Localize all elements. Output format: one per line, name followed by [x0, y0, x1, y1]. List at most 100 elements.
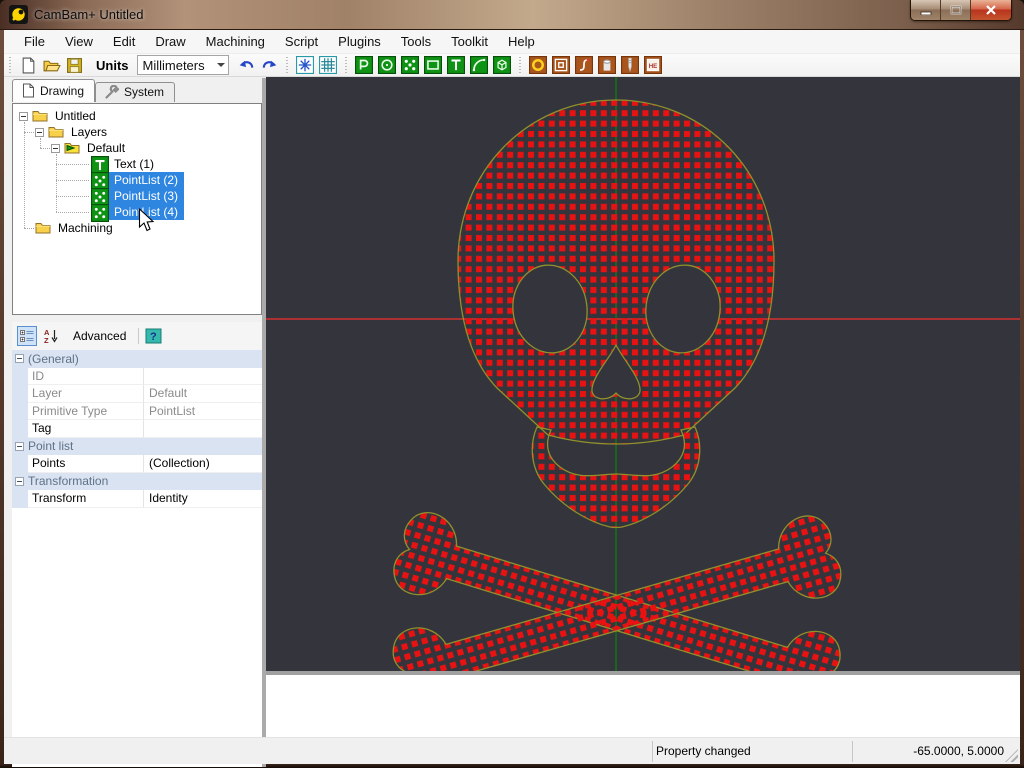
property-row-tag[interactable]: Tag [12, 420, 262, 438]
tree-item-layers[interactable]: Layers [35, 124, 110, 140]
maximize-button[interactable] [941, 0, 971, 20]
menu-item-help[interactable]: Help [498, 31, 545, 52]
tree-item-label: PointList (2) [111, 172, 181, 188]
snap-points-icon[interactable] [296, 56, 315, 75]
property-value[interactable]: (Collection) [144, 455, 262, 473]
menu-item-script[interactable]: Script [275, 31, 328, 52]
mop-profile-icon[interactable] [598, 56, 617, 75]
menu-item-toolkit[interactable]: Toolkit [441, 31, 498, 52]
draw-surface-icon[interactable] [493, 56, 512, 75]
tree-item-default[interactable]: Default [51, 140, 128, 156]
category-collapse-icon[interactable] [15, 442, 24, 451]
toolbar-grip[interactable] [285, 57, 290, 73]
menu-bar: FileViewEditDrawMachiningScriptPluginsTo… [4, 30, 1020, 54]
category-indent-strip [12, 385, 28, 403]
resize-grip[interactable] [1005, 749, 1018, 762]
status-bar: Property changed -65.0000, 5.0000 [4, 737, 1020, 764]
property-name: Transform [28, 490, 144, 508]
undo-icon[interactable] [237, 56, 256, 75]
machining-tool-group: HE [527, 56, 665, 75]
status-message: Property changed [656, 744, 751, 758]
mop-drillbit-icon[interactable] [621, 56, 640, 75]
category-label: (General) [28, 352, 79, 366]
property-value[interactable] [144, 420, 262, 438]
drawing-canvas[interactable] [266, 77, 1020, 671]
tree-item-untitled[interactable]: Untitled [19, 108, 99, 124]
property-category-transformation[interactable]: Transformation [12, 473, 262, 491]
menu-item-draw[interactable]: Draw [145, 31, 195, 52]
file-tool-group [17, 56, 86, 75]
tree-item-text-1[interactable]: Text (1) [91, 156, 157, 172]
property-row-points[interactable]: Points(Collection) [12, 455, 262, 473]
property-row-layer[interactable]: LayerDefault [12, 385, 262, 403]
units-combobox[interactable]: Millimeters [137, 55, 229, 75]
snap-grid-icon[interactable] [319, 56, 338, 75]
tab-drawing-label: Drawing [40, 84, 84, 98]
draw-tool-group [353, 56, 514, 75]
property-category-point-list[interactable]: Point list [12, 438, 262, 456]
selected-highlight: PointList (2) [91, 172, 184, 188]
property-row-primitive-type[interactable]: Primitive TypePointList [12, 403, 262, 421]
tree-connector [56, 196, 89, 197]
tree-expander-icon[interactable] [51, 144, 60, 153]
help-button[interactable]: ? [143, 326, 163, 346]
close-button[interactable] [971, 0, 1011, 20]
new-file-icon[interactable] [19, 56, 38, 75]
minimize-button[interactable] [911, 0, 941, 20]
category-collapse-icon[interactable] [15, 477, 24, 486]
drawing-tree: UntitledLayersDefaultText (1)PointList (… [12, 103, 262, 315]
draw-rectangle-icon[interactable] [424, 56, 443, 75]
tree-item-machining[interactable]: Machining [35, 220, 116, 236]
menu-item-view[interactable]: View [55, 31, 103, 52]
mop-post-icon[interactable]: HE [644, 56, 663, 75]
draw-polyline-icon[interactable] [355, 56, 374, 75]
draw-circle-icon[interactable] [378, 56, 397, 75]
tree-expander-icon[interactable] [19, 112, 28, 121]
tree-expander-icon[interactable] [35, 128, 44, 137]
property-value[interactable]: PointList [144, 403, 262, 421]
tree-item-pointlist-3[interactable]: PointList (3) [91, 188, 184, 204]
mop-pocket-icon[interactable] [552, 56, 571, 75]
mop-drill-icon[interactable] [529, 56, 548, 75]
title-bar[interactable]: CamBam+ Untitled [0, 0, 1024, 30]
tree-connector [24, 228, 34, 229]
property-value[interactable]: Default [144, 385, 262, 403]
alphabetical-sort-button[interactable]: AZ [41, 326, 61, 346]
menu-item-edit[interactable]: Edit [103, 31, 145, 52]
toolbar-grip[interactable] [344, 57, 349, 73]
redo-icon[interactable] [260, 56, 279, 75]
pointlist-icon [91, 188, 107, 204]
open-file-icon[interactable] [42, 56, 61, 75]
draw-text-icon[interactable] [447, 56, 466, 75]
tree-item-label: PointList (3) [111, 188, 181, 204]
draw-pointlist-icon[interactable] [401, 56, 420, 75]
category-collapse-icon[interactable] [15, 354, 24, 363]
categorized-view-button[interactable] [17, 326, 37, 346]
property-row-transform[interactable]: TransformIdentity [12, 490, 262, 508]
menu-item-machining[interactable]: Machining [196, 31, 275, 52]
tree-item-pointlist-2[interactable]: PointList (2) [91, 172, 184, 188]
draw-arc-icon[interactable] [470, 56, 489, 75]
property-value[interactable] [144, 368, 262, 386]
app-logo-icon [9, 5, 28, 24]
mop-engrave-icon[interactable] [575, 56, 594, 75]
save-icon[interactable] [65, 56, 84, 75]
property-name: ID [28, 368, 144, 386]
toolbar-grip[interactable] [518, 57, 523, 73]
tab-system[interactable]: System [95, 82, 175, 102]
menu-item-tools[interactable]: Tools [391, 31, 441, 52]
tab-drawing[interactable]: Drawing [12, 79, 95, 102]
units-value: Millimeters [143, 58, 205, 73]
category-label: Transformation [28, 474, 108, 488]
tree-connector [56, 180, 89, 181]
property-category-general[interactable]: (General) [12, 350, 262, 368]
menu-item-plugins[interactable]: Plugins [328, 31, 391, 52]
tree-connector [24, 132, 34, 133]
toolbar-grip[interactable] [8, 57, 13, 73]
property-row-id[interactable]: ID [12, 368, 262, 386]
page-icon [21, 83, 35, 98]
menu-item-file[interactable]: File [14, 31, 55, 52]
advanced-button[interactable]: Advanced [73, 329, 126, 343]
property-value[interactable]: Identity [144, 490, 262, 508]
lower-blank-panel [266, 675, 1020, 737]
